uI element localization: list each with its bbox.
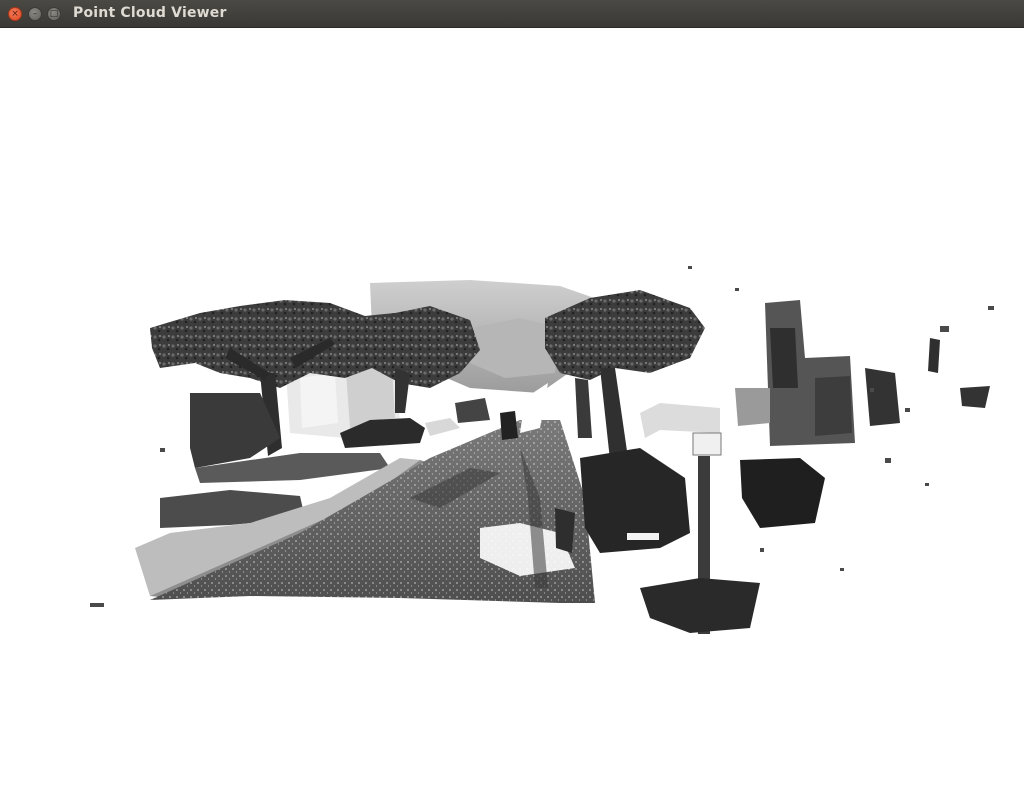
right-trees — [545, 290, 705, 460]
window-title: Point Cloud Viewer — [73, 5, 227, 21]
close-button[interactable]: × — [8, 7, 22, 21]
maximize-icon: □ — [49, 8, 59, 19]
point-cloud-render[interactable] — [0, 28, 1024, 796]
minimize-icon: – — [32, 8, 38, 19]
minimize-button[interactable]: – — [28, 7, 42, 21]
right-building — [735, 300, 855, 446]
title-bar[interactable]: × – □ Point Cloud Viewer — [0, 0, 1024, 28]
app-window: × – □ Point Cloud Viewer — [0, 0, 1024, 796]
close-icon: × — [11, 8, 19, 19]
maximize-button[interactable]: □ — [47, 7, 61, 21]
point-cloud-viewport[interactable] — [0, 28, 1024, 796]
